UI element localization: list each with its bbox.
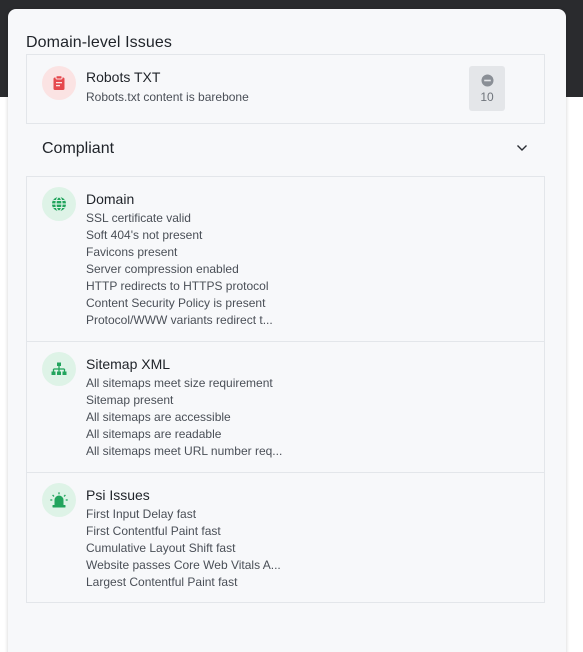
globe-icon: [42, 187, 76, 221]
sitemap-icon: [42, 352, 76, 386]
item-line: Soft 404's not present: [86, 228, 203, 242]
item-line: All sitemaps meet URL number req...: [86, 444, 283, 458]
siren-icon: [42, 483, 76, 517]
compliant-list: Domain SSL certificate valid Soft 404's …: [26, 176, 545, 603]
clipboard-icon: [42, 66, 76, 100]
item-title: Sitemap XML: [86, 356, 171, 372]
issue-count-badge[interactable]: 10: [469, 66, 505, 111]
item-line: Favicons present: [86, 245, 178, 259]
item-title: Psi Issues: [86, 487, 150, 503]
item-line: All sitemaps are readable: [86, 427, 222, 441]
compliant-item-sitemap-xml[interactable]: Sitemap XML All sitemaps meet size requi…: [27, 341, 544, 472]
item-line: Cumulative Layout Shift fast: [86, 541, 236, 555]
robots-txt-issue-card[interactable]: Robots TXT Robots.txt content is barebon…: [26, 54, 545, 124]
item-line: First Input Delay fast: [86, 507, 197, 521]
item-line: Largest Contentful Paint fast: [86, 575, 238, 589]
issue-description: Robots.txt content is barebone: [86, 90, 249, 104]
compliant-item-domain[interactable]: Domain SSL certificate valid Soft 404's …: [27, 177, 544, 341]
item-line: HTTP redirects to HTTPS protocol: [86, 279, 269, 293]
domain-issues-title: Domain-level Issues: [26, 34, 172, 51]
chevron-down-icon[interactable]: [514, 140, 530, 156]
item-title: Domain: [86, 191, 135, 207]
item-line: All sitemaps meet size requirement: [86, 376, 273, 390]
minus-circle-icon: [481, 74, 493, 87]
item-line: Server compression enabled: [86, 262, 239, 276]
item-line: SSL certificate valid: [86, 211, 191, 225]
issue-title: Robots TXT: [86, 69, 161, 85]
item-line: Website passes Core Web Vitals A...: [86, 558, 281, 572]
item-line: Sitemap present: [86, 393, 174, 407]
item-line: Protocol/WWW variants redirect t...: [86, 313, 273, 327]
item-line: First Contentful Paint fast: [86, 524, 221, 538]
item-line: All sitemaps are accessible: [86, 410, 231, 424]
compliant-section-title: Compliant: [42, 140, 115, 157]
issues-panel: Domain-level Issues Robots TXT Robots.tx…: [8, 9, 566, 652]
issue-count: 10: [480, 90, 494, 104]
compliant-item-psi-issues[interactable]: Psi Issues First Input Delay fast First …: [27, 472, 544, 602]
item-line: Content Security Policy is present: [86, 296, 266, 310]
